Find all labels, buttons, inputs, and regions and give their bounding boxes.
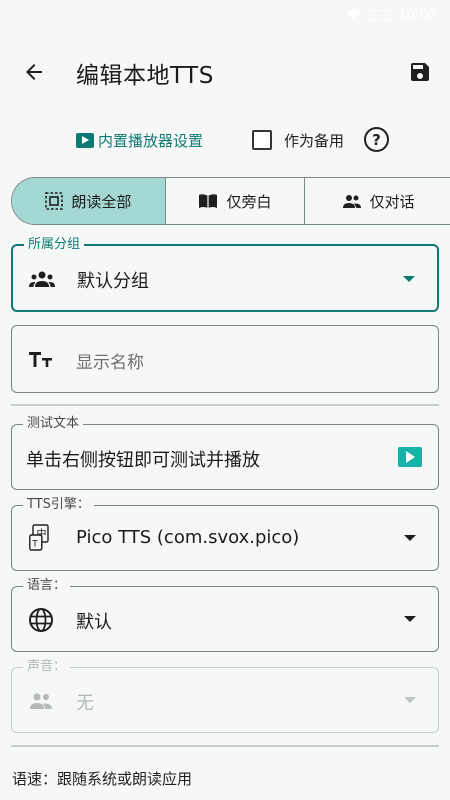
options-row: 内置播放器设置 作为备用 ?	[0, 126, 450, 158]
language-dropdown[interactable]: 语言： 默认	[11, 577, 439, 652]
backup-label: 作为备用	[284, 132, 345, 150]
language-label: 语言：	[23, 577, 71, 595]
group-field-label: 所属分组	[24, 236, 85, 254]
status-bar: 10:00	[0, 0, 450, 30]
segment-label: 仅对话	[369, 192, 415, 211]
people-icon	[342, 195, 361, 208]
play-test-button[interactable]	[398, 447, 422, 467]
dropdown-arrow-icon	[404, 697, 416, 703]
segment-label: 朗读全部	[71, 192, 132, 211]
help-button[interactable]: ?	[364, 127, 389, 152]
play-icon	[76, 133, 94, 148]
display-name-placeholder: 显示名称	[76, 353, 144, 373]
save-icon	[411, 63, 429, 81]
segment-narration-only[interactable]: 仅旁白	[166, 178, 306, 224]
status-time: 10:00	[398, 7, 436, 23]
dropdown-arrow-icon	[404, 616, 416, 622]
language-value: 默认	[76, 612, 112, 633]
tts-engine-label: TTS引擎：	[23, 496, 94, 514]
voice-label: 声音：	[23, 658, 71, 676]
dropdown-arrow-icon	[404, 535, 416, 541]
book-icon	[199, 194, 218, 208]
voice-dropdown: 声音： 无	[11, 658, 439, 733]
segment-read-all[interactable]: 朗读全部	[12, 178, 166, 224]
speech-rate-text: 语速：跟随系统或朗读应用	[12, 770, 193, 788]
save-button[interactable]	[406, 58, 434, 86]
player-settings-label: 内置播放器设置	[98, 132, 204, 150]
select-all-icon	[45, 192, 64, 210]
globe-icon	[26, 605, 56, 635]
test-text-label: 测试文本	[23, 415, 84, 433]
group-icon	[27, 264, 57, 294]
display-name-field[interactable]: 显示名称	[11, 325, 439, 393]
dropdown-arrow-icon	[403, 276, 415, 282]
tts-engine-dropdown[interactable]: TTS引擎： 中 T Pico TTS (com.svox.pico)	[11, 496, 439, 571]
divider	[11, 404, 439, 406]
divider	[11, 745, 439, 747]
arrow-back-icon	[26, 64, 42, 80]
back-button[interactable]	[18, 58, 50, 86]
tts-engine-icon: 中 T	[26, 523, 56, 553]
wifi-icon	[346, 9, 361, 21]
app-bar: 编辑本地TTS	[0, 40, 450, 104]
help-icon: ?	[372, 130, 381, 149]
page-title: 编辑本地TTS	[76, 63, 214, 89]
text-size-icon	[26, 344, 56, 374]
player-settings-link[interactable]: 内置播放器设置	[76, 130, 203, 151]
read-mode-selector: 朗读全部 仅旁白 仅对话	[11, 177, 450, 225]
segment-dialogue-only[interactable]: 仅对话	[305, 178, 450, 224]
tts-engine-value: Pico TTS (com.svox.pico)	[76, 527, 300, 548]
segment-label: 仅旁白	[226, 192, 272, 211]
test-text-value: 单击右侧按钮即可测试并播放	[26, 450, 260, 471]
group-value: 默认分组	[77, 271, 149, 292]
battery-icon	[368, 9, 391, 21]
group-dropdown[interactable]: 所属分组 默认分组	[11, 236, 439, 312]
voice-value: 无	[76, 693, 94, 714]
svg-text:T: T	[31, 540, 38, 550]
backup-checkbox[interactable]	[252, 130, 272, 150]
test-text-field[interactable]: 测试文本 单击右侧按钮即可测试并播放	[11, 415, 439, 490]
people-icon	[26, 686, 56, 716]
